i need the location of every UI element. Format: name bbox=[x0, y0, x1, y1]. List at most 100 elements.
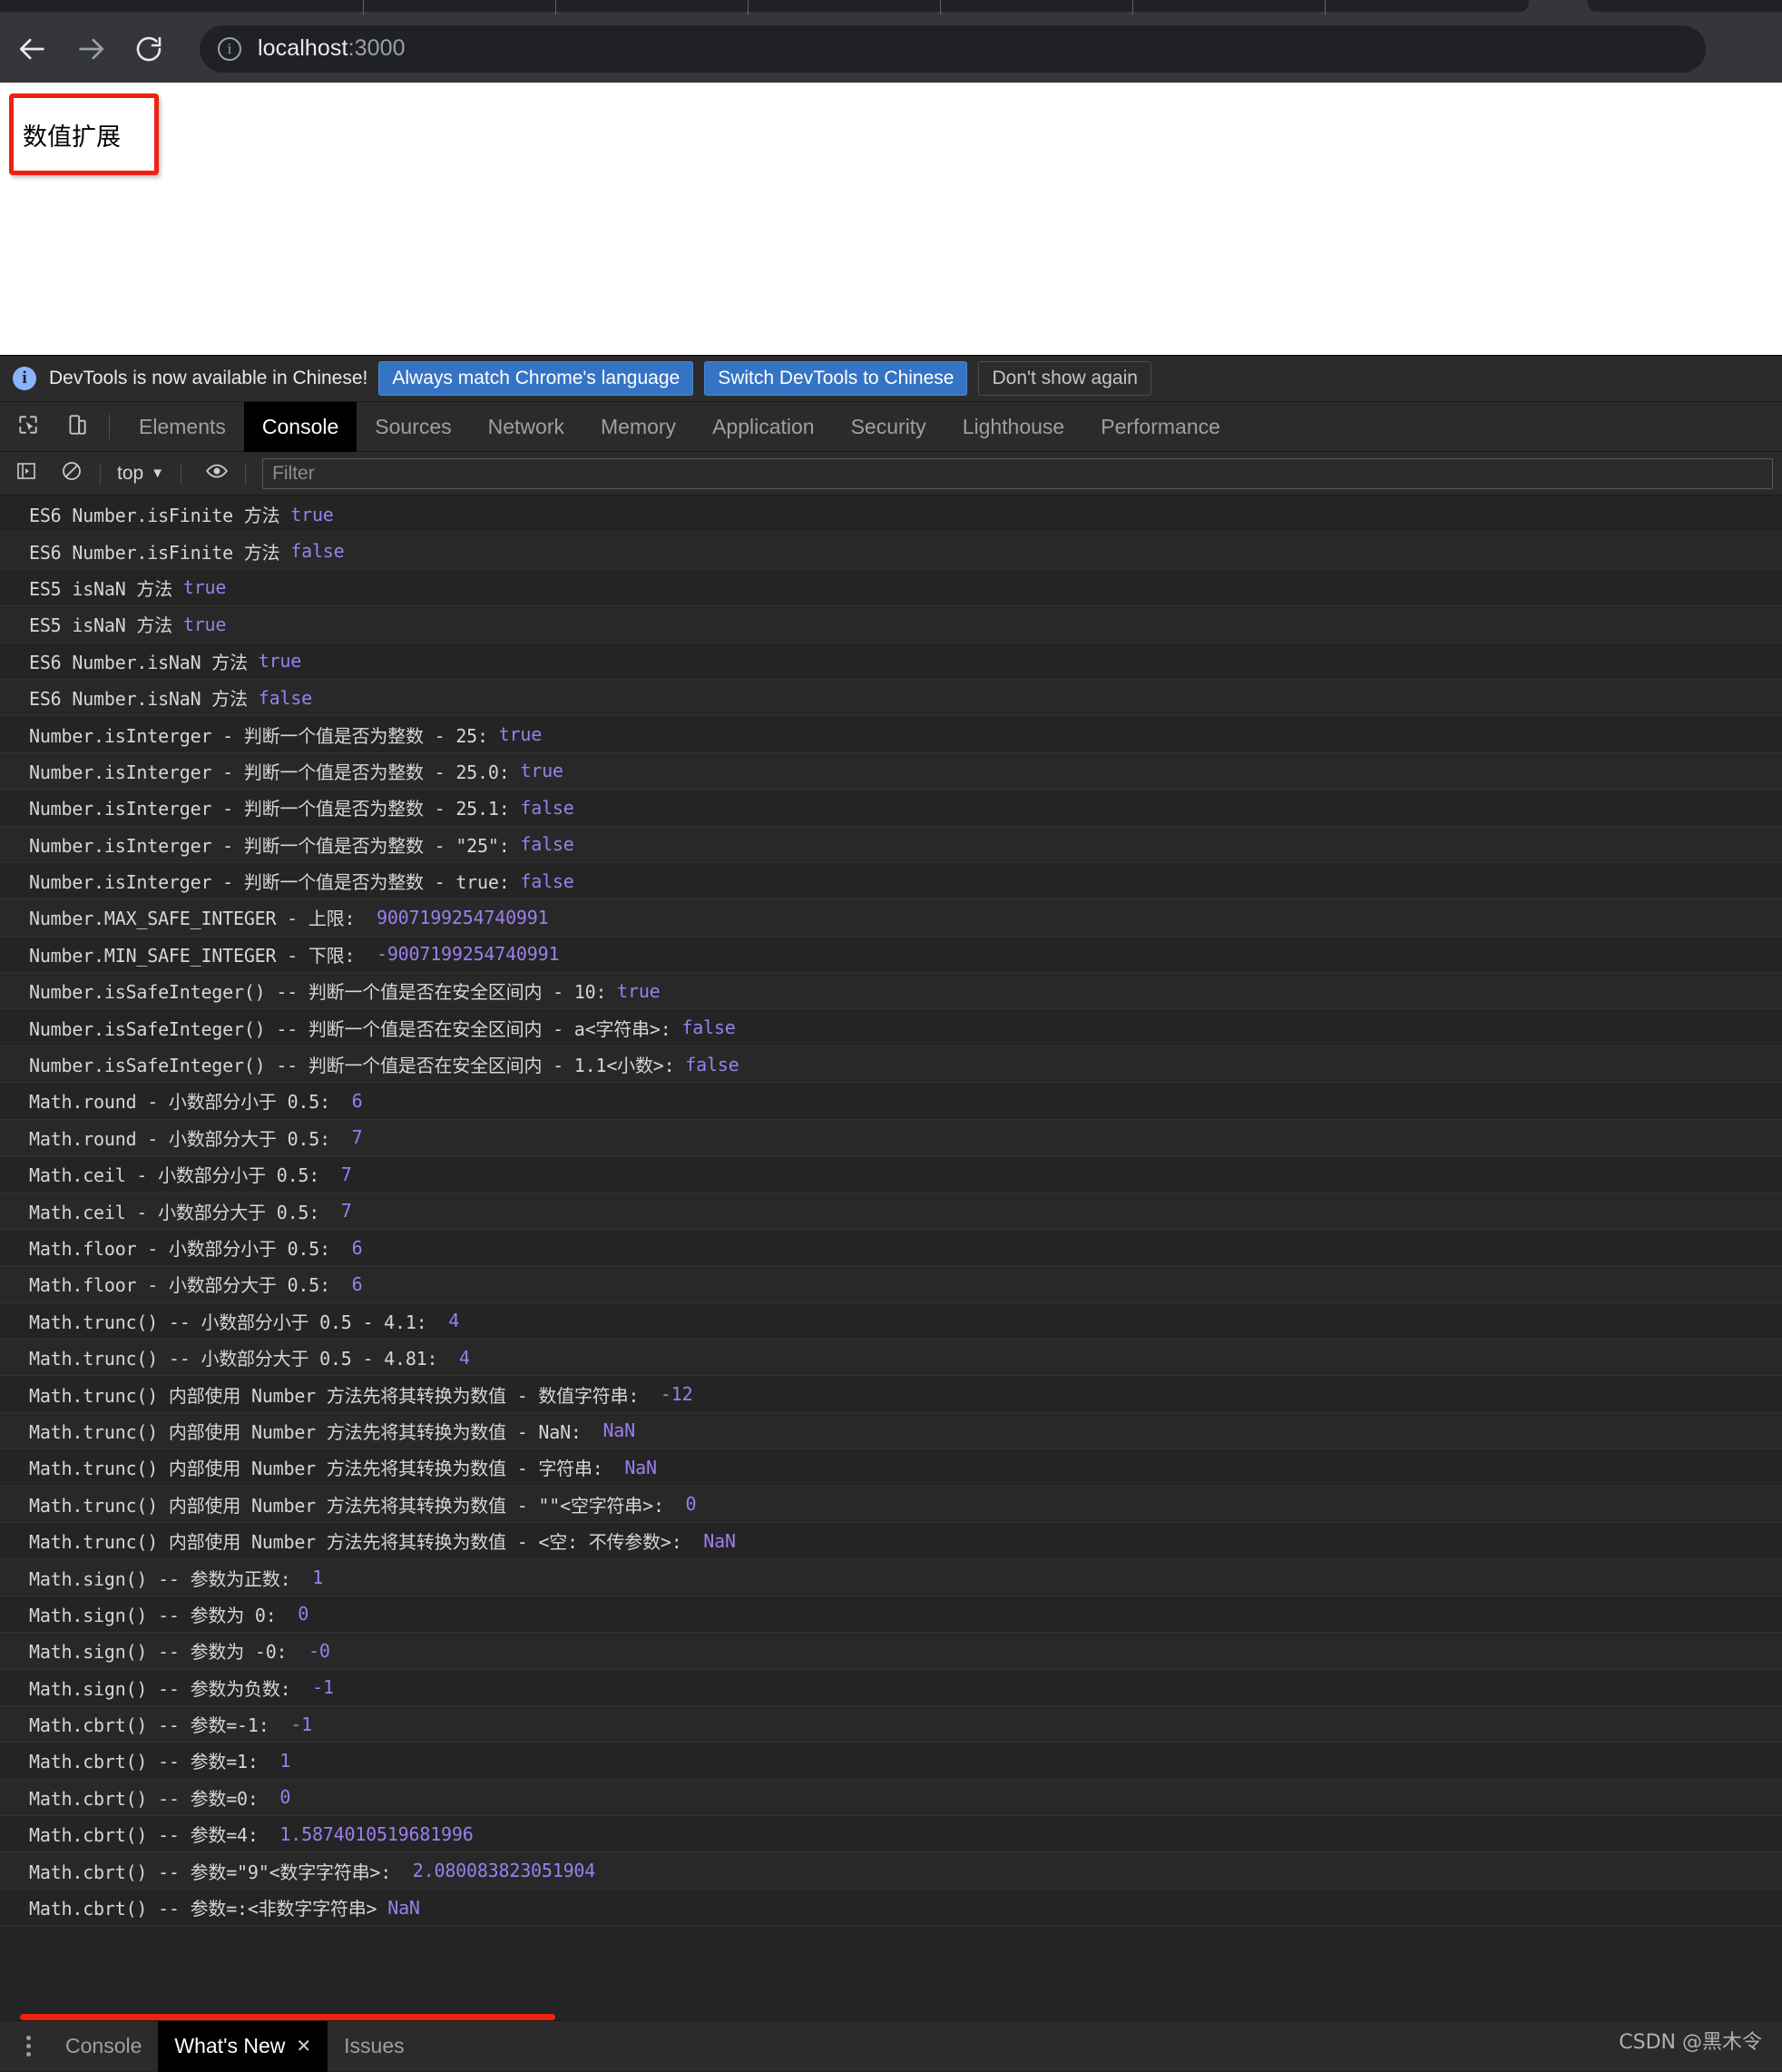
console-message-row[interactable]: Number.isSafeInteger() -- 判断一个值是否在安全区间内 … bbox=[0, 1046, 1782, 1084]
console-message-row[interactable]: Math.ceil - 小数部分大于 0.5: 7 bbox=[0, 1193, 1782, 1230]
device-toolbar-button[interactable] bbox=[56, 406, 98, 447]
console-message-row[interactable]: Math.cbrt() -- 参数=0: 0 bbox=[0, 1779, 1782, 1817]
console-message-row[interactable]: Math.floor - 小数部分大于 0.5: 6 bbox=[0, 1266, 1782, 1303]
watermark: CSDN @黑木令 bbox=[1619, 2031, 1762, 2054]
console-message-value: false bbox=[520, 796, 574, 819]
url-host: localhost bbox=[258, 35, 348, 61]
console-message-row[interactable]: Math.trunc() 内部使用 Number 方法先将其转换为数值 - <空… bbox=[0, 1522, 1782, 1560]
tab-console[interactable]: Console bbox=[243, 401, 357, 452]
back-button[interactable] bbox=[7, 24, 58, 74]
console-message-row[interactable]: Math.trunc() 内部使用 Number 方法先将其转换为数值 - 字符… bbox=[0, 1449, 1782, 1487]
console-message-row[interactable]: Number.isInterger - 判断一个值是否为整数 - "25": f… bbox=[0, 826, 1782, 863]
console-message-row[interactable]: Math.cbrt() -- 参数=:<非数字字符串> NaN bbox=[0, 1889, 1782, 1927]
console-sidebar-button[interactable] bbox=[7, 455, 45, 493]
reload-button[interactable] bbox=[123, 24, 174, 74]
console-message-text: Math.cbrt() -- 参数="9"<数字字符串>: bbox=[29, 1861, 413, 1883]
console-message-row[interactable]: Math.trunc() 内部使用 Number 方法先将其转换为数值 - ""… bbox=[0, 1486, 1782, 1523]
clear-console-icon bbox=[61, 460, 83, 486]
tab-network[interactable]: Network bbox=[470, 402, 583, 452]
console-message-value: 7 bbox=[351, 1126, 363, 1149]
drawer-more-button[interactable] bbox=[7, 2036, 49, 2057]
console-message-row[interactable]: Number.isInterger - 判断一个值是否为整数 - 25.1: f… bbox=[0, 790, 1782, 827]
console-message-row[interactable]: Math.trunc() -- 小数部分小于 0.5 - 4.1: 4 bbox=[0, 1302, 1782, 1340]
console-message-value: NaN bbox=[387, 1896, 420, 1919]
live-expression-button[interactable] bbox=[198, 455, 236, 493]
console-message-value: -9007199254740991 bbox=[377, 943, 560, 966]
console-message-row[interactable]: Math.cbrt() -- 参数=4: 1.5874010519681996 bbox=[0, 1816, 1782, 1853]
tab-security[interactable]: Security bbox=[833, 402, 945, 452]
tab-divider bbox=[940, 0, 941, 15]
console-message-row[interactable]: Number.isSafeInteger() -- 判断一个值是否在安全区间内 … bbox=[0, 1009, 1782, 1046]
console-message-row[interactable]: Math.ceil - 小数部分小于 0.5: 7 bbox=[0, 1156, 1782, 1193]
tabbar-divider bbox=[109, 414, 110, 439]
console-message-row[interactable]: Math.sign() -- 参数为正数: 1 bbox=[0, 1559, 1782, 1596]
console-message-row[interactable]: ES6 Number.isFinite 方法 false bbox=[0, 533, 1782, 570]
console-message-row[interactable]: Number.isInterger - 判断一个值是否为整数 - 25.0: t… bbox=[0, 752, 1782, 791]
console-message-row[interactable]: Math.sign() -- 参数为 -0: -0 bbox=[0, 1633, 1782, 1670]
console-message-value: -12 bbox=[660, 1383, 693, 1406]
drawer-tab-whats-new[interactable]: What's New ✕ bbox=[158, 2020, 328, 2072]
console-message-row[interactable]: Math.round - 小数部分大于 0.5: 7 bbox=[0, 1119, 1782, 1157]
tab-memory[interactable]: Memory bbox=[583, 402, 694, 452]
dont-show-again-button[interactable]: Don't show again bbox=[978, 361, 1151, 396]
info-icon[interactable]: i bbox=[218, 36, 241, 61]
console-message-row[interactable]: Math.cbrt() -- 参数="9"<数字字符串>: 2.08008382… bbox=[0, 1852, 1782, 1890]
clear-console-button[interactable] bbox=[53, 455, 91, 493]
console-message-row[interactable]: Math.cbrt() -- 参数=1: 1 bbox=[0, 1743, 1782, 1780]
console-message-row[interactable]: ES5 isNaN 方法 true bbox=[0, 569, 1782, 607]
inspect-element-button[interactable] bbox=[7, 406, 49, 447]
console-message-row[interactable]: ES5 isNaN 方法 true bbox=[0, 606, 1782, 643]
console-message-text: Math.cbrt() -- 参数=:<非数字字符串> bbox=[29, 1898, 388, 1920]
console-message-text: Number.isInterger - 判断一个值是否为整数 - 25.1: bbox=[29, 798, 521, 820]
browser-tab-strip[interactable] bbox=[0, 0, 1782, 15]
console-message-text: Number.MAX_SAFE_INTEGER - 上限: bbox=[29, 908, 377, 930]
console-message-text: Number.MIN_SAFE_INTEGER - 下限: bbox=[29, 944, 377, 967]
filter-input[interactable] bbox=[262, 457, 1773, 489]
console-message-row[interactable]: ES6 Number.isNaN 方法 true bbox=[0, 643, 1782, 680]
close-icon[interactable]: ✕ bbox=[296, 2035, 311, 2057]
console-message-value: 1 bbox=[279, 1749, 291, 1772]
console-message-row[interactable]: Math.sign() -- 参数为 0: 0 bbox=[0, 1596, 1782, 1634]
switch-to-chinese-button[interactable]: Switch DevTools to Chinese bbox=[704, 361, 968, 396]
console-message-row[interactable]: Math.trunc() 内部使用 Number 方法先将其转换为数值 - Na… bbox=[0, 1412, 1782, 1450]
console-message-value: -1 bbox=[290, 1713, 312, 1735]
console-message-row[interactable]: Number.isInterger - 判断一个值是否为整数 - 25: tru… bbox=[0, 716, 1782, 753]
console-message-value: 7 bbox=[340, 1200, 352, 1223]
drawer-tab-issues[interactable]: Issues bbox=[328, 2021, 420, 2072]
address-bar[interactable]: i localhost:3000 bbox=[200, 25, 1706, 73]
always-match-language-button[interactable]: Always match Chrome's language bbox=[378, 361, 694, 396]
console-message-row[interactable]: Math.sign() -- 参数为负数: -1 bbox=[0, 1669, 1782, 1706]
console-message-row[interactable]: Math.round - 小数部分小于 0.5: 6 bbox=[0, 1083, 1782, 1120]
tab-performance[interactable]: Performance bbox=[1082, 402, 1239, 452]
console-message-value: 9007199254740991 bbox=[377, 906, 549, 928]
tab-lighthouse[interactable]: Lighthouse bbox=[945, 402, 1083, 452]
browser-toolbar: i localhost:3000 bbox=[0, 15, 1782, 83]
console-message-row[interactable]: ES6 Number.isNaN 方法 false bbox=[0, 679, 1782, 717]
console-message-row[interactable]: Math.trunc() 内部使用 Number 方法先将其转换为数值 - 数值… bbox=[0, 1376, 1782, 1413]
tab-divider bbox=[748, 0, 749, 15]
drawer-tab-console[interactable]: Console bbox=[49, 2021, 158, 2072]
console-message-row[interactable]: Math.floor - 小数部分小于 0.5: 6 bbox=[0, 1229, 1782, 1267]
console-message-text: ES6 Number.isFinite 方法 bbox=[29, 505, 291, 527]
console-message-list[interactable]: ES6 Number.isFinite 方法 true ES6 Number.is… bbox=[0, 496, 1782, 2008]
tab-elements[interactable]: Elements bbox=[121, 402, 244, 452]
console-message-row[interactable]: Math.trunc() -- 小数部分大于 0.5 - 4.81: 4 bbox=[0, 1339, 1782, 1377]
console-message-value: true bbox=[498, 723, 543, 746]
forward-button[interactable] bbox=[65, 24, 116, 74]
console-message-row[interactable]: Math.cbrt() -- 参数=-1: -1 bbox=[0, 1705, 1782, 1743]
console-message-value: 0 bbox=[685, 1493, 697, 1516]
tab-sources[interactable]: Sources bbox=[357, 402, 469, 452]
console-message-row[interactable]: ES6 Number.isFinite 方法 true bbox=[0, 496, 1782, 534]
tab-application[interactable]: Application bbox=[694, 402, 833, 452]
drawer-tab-label: Console bbox=[65, 2034, 142, 2057]
back-arrow-icon bbox=[17, 34, 48, 64]
console-message-text: Math.floor - 小数部分大于 0.5: bbox=[29, 1274, 352, 1297]
console-message-text: Number.isSafeInteger() -- 判断一个值是否在安全区间内 … bbox=[29, 1055, 686, 1077]
console-message-row[interactable]: Number.MIN_SAFE_INTEGER - 下限: -900719925… bbox=[0, 936, 1782, 974]
console-message-row[interactable]: Number.isInterger - 判断一个值是否为整数 - true: f… bbox=[0, 862, 1782, 900]
console-message-text: Math.trunc() -- 小数部分小于 0.5 - 4.1: bbox=[29, 1311, 449, 1333]
console-message-value: false bbox=[681, 1016, 736, 1039]
execution-context-selector[interactable]: top ▼ bbox=[110, 457, 171, 490]
console-message-row[interactable]: Number.isSafeInteger() -- 判断一个值是否在安全区间内 … bbox=[0, 973, 1782, 1010]
console-message-row[interactable]: Number.MAX_SAFE_INTEGER - 上限: 9007199254… bbox=[0, 899, 1782, 937]
